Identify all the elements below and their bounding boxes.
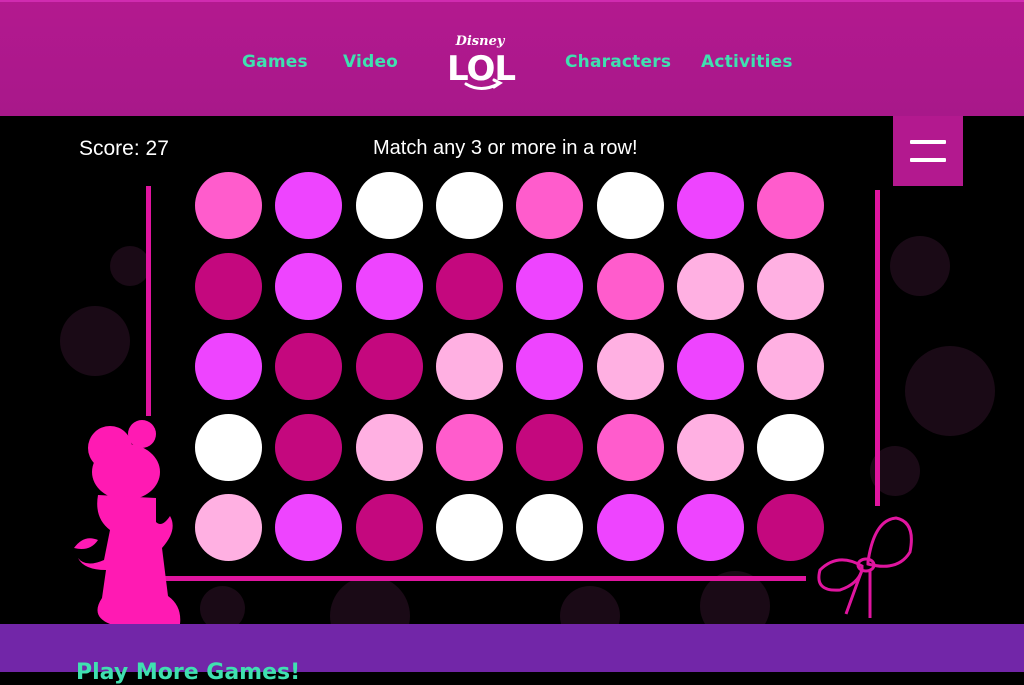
orb-lightpink[interactable] bbox=[757, 252, 825, 320]
score-label: Score: bbox=[79, 137, 140, 160]
disney-lol-logo[interactable]: Disney LOL bbox=[436, 30, 526, 96]
orb-violet[interactable] bbox=[275, 494, 343, 561]
orb-magenta[interactable] bbox=[516, 413, 584, 481]
frame-right bbox=[875, 190, 880, 506]
orb-magenta[interactable] bbox=[275, 333, 343, 400]
orb-pink[interactable] bbox=[596, 413, 664, 481]
orb-violet[interactable] bbox=[596, 494, 664, 561]
nav-link-characters[interactable]: Characters bbox=[565, 52, 671, 72]
score-display: Score: 27 bbox=[79, 137, 169, 161]
score-value: 27 bbox=[145, 137, 169, 160]
instructions-text: Match any 3 or more in a row! bbox=[373, 137, 638, 159]
orb-white[interactable] bbox=[435, 494, 503, 561]
orb-violet[interactable] bbox=[676, 172, 744, 239]
svg-text:Disney: Disney bbox=[455, 34, 506, 49]
orb-pink[interactable] bbox=[516, 172, 584, 239]
frame-bottom bbox=[164, 576, 806, 581]
orb-lightpink[interactable] bbox=[676, 252, 744, 320]
orb-violet[interactable] bbox=[355, 252, 423, 320]
orb-magenta[interactable] bbox=[355, 494, 423, 561]
play-more-games-heading[interactable]: Play More Games! bbox=[76, 660, 300, 685]
orb-violet[interactable] bbox=[195, 333, 262, 400]
orb-white[interactable] bbox=[195, 413, 262, 481]
orb-magenta[interactable] bbox=[195, 252, 262, 320]
orb-lightpink[interactable] bbox=[676, 413, 744, 481]
orb-lightpink[interactable] bbox=[596, 333, 664, 400]
frame-left bbox=[146, 186, 151, 416]
bow-icon bbox=[817, 516, 913, 618]
orb-pink[interactable] bbox=[195, 172, 262, 239]
orb-lightpink[interactable] bbox=[757, 333, 825, 400]
orb-violet[interactable] bbox=[275, 172, 343, 239]
orb-violet[interactable] bbox=[275, 252, 343, 320]
bg-dot bbox=[905, 346, 995, 436]
orb-pink[interactable] bbox=[757, 172, 825, 239]
orb-white[interactable] bbox=[435, 172, 503, 239]
nav-link-games[interactable]: Games bbox=[242, 52, 308, 72]
orb-lightpink[interactable] bbox=[435, 333, 503, 400]
svg-text:LOL: LOL bbox=[447, 49, 515, 89]
bg-dot bbox=[200, 586, 245, 624]
orb-violet[interactable] bbox=[516, 333, 584, 400]
bg-dot bbox=[890, 236, 950, 296]
bg-dot bbox=[560, 586, 620, 624]
nav-link-activities[interactable]: Activities bbox=[701, 52, 793, 72]
orb-magenta[interactable] bbox=[355, 333, 423, 400]
orb-lightpink[interactable] bbox=[355, 413, 423, 481]
nav-link-video[interactable]: Video bbox=[343, 52, 398, 72]
orb-white[interactable] bbox=[596, 172, 664, 239]
bg-dot bbox=[60, 306, 130, 376]
orb-pink[interactable] bbox=[596, 252, 664, 320]
game-board bbox=[195, 172, 825, 562]
menu-button[interactable] bbox=[893, 116, 963, 186]
orb-pink[interactable] bbox=[435, 413, 503, 481]
orb-violet[interactable] bbox=[676, 333, 744, 400]
orb-violet[interactable] bbox=[676, 494, 744, 561]
orb-magenta[interactable] bbox=[435, 252, 503, 320]
bg-dot bbox=[330, 576, 410, 624]
footer-bar: Play More Games! bbox=[0, 624, 1024, 685]
orb-violet[interactable] bbox=[516, 252, 584, 320]
orb-white[interactable] bbox=[516, 494, 584, 561]
orb-magenta[interactable] bbox=[275, 413, 343, 481]
bg-dot bbox=[110, 246, 150, 286]
orb-white[interactable] bbox=[355, 172, 423, 239]
orb-white[interactable] bbox=[757, 413, 825, 481]
top-nav: Games Video Disney LOL Characters Activi… bbox=[0, 0, 1024, 116]
orb-lightpink[interactable] bbox=[195, 494, 262, 561]
minnie-silhouette bbox=[74, 420, 181, 624]
